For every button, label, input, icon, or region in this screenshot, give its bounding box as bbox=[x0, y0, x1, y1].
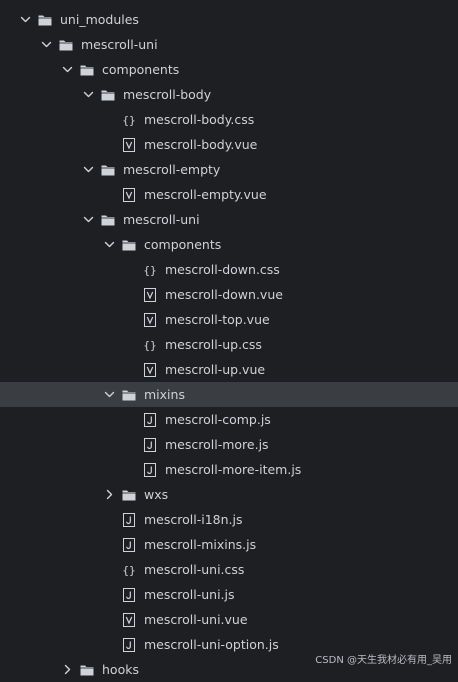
vue-file-icon bbox=[121, 187, 137, 203]
folder-icon bbox=[37, 12, 53, 28]
tree-file-item[interactable]: {} mescroll-down.css bbox=[0, 257, 458, 282]
folder-icon bbox=[79, 62, 95, 78]
tree-folder-item[interactable]: components bbox=[0, 232, 458, 257]
chevron-down-icon[interactable] bbox=[83, 164, 94, 175]
tree-item-label: mescroll-more-item.js bbox=[165, 462, 302, 477]
css-file-icon: {} bbox=[142, 262, 158, 278]
tree-item-label: mescroll-body bbox=[123, 87, 212, 102]
tree-item-label: mescroll-i18n.js bbox=[144, 512, 243, 527]
tree-item-label: mescroll-body.vue bbox=[144, 137, 258, 152]
tree-file-item[interactable]: mescroll-up.vue bbox=[0, 357, 458, 382]
tree-item-label: mescroll-down.vue bbox=[165, 287, 283, 302]
tree-item-label: mescroll-down.css bbox=[165, 262, 280, 277]
tree-item-label: mescroll-uni.vue bbox=[144, 612, 248, 627]
folder-icon bbox=[79, 662, 95, 678]
watermark: CSDN @天生我材必有用_吴用 bbox=[315, 655, 452, 666]
folder-icon bbox=[100, 162, 116, 178]
tree-file-item[interactable]: mescroll-comp.js bbox=[0, 407, 458, 432]
chevron-down-icon[interactable] bbox=[41, 39, 52, 50]
tree-item-label: mescroll-uni.js bbox=[144, 587, 235, 602]
tree-item-label: mescroll-uni bbox=[123, 212, 200, 227]
css-file-icon: {} bbox=[142, 337, 158, 353]
tree-file-item[interactable]: mescroll-body.vue bbox=[0, 132, 458, 157]
tree-file-item[interactable]: {} mescroll-uni.css bbox=[0, 557, 458, 582]
tree-item-label: components bbox=[144, 237, 222, 252]
vue-file-icon bbox=[142, 287, 158, 303]
vue-file-icon bbox=[142, 362, 158, 378]
svg-text:{}: {} bbox=[122, 114, 135, 127]
js-file-icon bbox=[121, 512, 137, 528]
tree-item-label: uni_modules bbox=[60, 12, 139, 27]
vue-file-icon bbox=[121, 137, 137, 153]
tree-file-item[interactable]: {} mescroll-body.css bbox=[0, 107, 458, 132]
tree-item-label: mescroll-body.css bbox=[144, 112, 255, 127]
tree-item-label: mescroll-mixins.js bbox=[144, 537, 257, 552]
svg-text:{}: {} bbox=[143, 339, 156, 352]
tree-item-label: mescroll-more.js bbox=[165, 437, 269, 452]
chevron-down-icon[interactable] bbox=[83, 89, 94, 100]
tree-item-label: mescroll-empty.vue bbox=[144, 187, 267, 202]
vue-file-icon bbox=[142, 312, 158, 328]
tree-file-item[interactable]: mescroll-top.vue bbox=[0, 307, 458, 332]
tree-folder-item[interactable]: uni_modules bbox=[0, 7, 458, 32]
tree-item-label: mescroll-comp.js bbox=[165, 412, 271, 427]
chevron-right-icon[interactable] bbox=[62, 664, 73, 675]
tree-file-item[interactable]: mescroll-more.js bbox=[0, 432, 458, 457]
chevron-right-icon[interactable] bbox=[104, 489, 115, 500]
js-file-icon bbox=[142, 412, 158, 428]
tree-item-label: mescroll-uni.css bbox=[144, 562, 245, 577]
css-file-icon: {} bbox=[121, 112, 137, 128]
tree-item-label: mescroll-up.css bbox=[165, 337, 262, 352]
tree-file-item[interactable]: mescroll-down.vue bbox=[0, 282, 458, 307]
tree-file-item[interactable]: mescroll-uni.vue bbox=[0, 607, 458, 632]
css-file-icon: {} bbox=[121, 562, 137, 578]
tree-item-label: mescroll-empty bbox=[123, 162, 221, 177]
file-explorer-tree: uni_modules mescroll-uni components mescrol… bbox=[0, 7, 458, 682]
folder-icon bbox=[121, 487, 137, 503]
tree-file-item[interactable]: mescroll-mixins.js bbox=[0, 532, 458, 557]
folder-icon bbox=[121, 387, 137, 403]
tree-item-label: mescroll-up.vue bbox=[165, 362, 266, 377]
js-file-icon bbox=[142, 462, 158, 478]
tree-file-item[interactable]: mescroll-i18n.js bbox=[0, 507, 458, 532]
tree-folder-item[interactable]: wxs bbox=[0, 482, 458, 507]
js-file-icon bbox=[121, 637, 137, 653]
tree-item-label: components bbox=[102, 62, 180, 77]
tree-file-item[interactable]: mescroll-more-item.js bbox=[0, 457, 458, 482]
tree-folder-item[interactable]: mescroll-uni bbox=[0, 32, 458, 57]
tree-item-label: wxs bbox=[144, 487, 169, 502]
tree-folder-item[interactable]: mescroll-body bbox=[0, 82, 458, 107]
tree-item-label: hooks bbox=[102, 662, 139, 677]
vue-file-icon bbox=[121, 612, 137, 628]
tree-item-label: mescroll-uni-option.js bbox=[144, 637, 279, 652]
tree-item-label: mixins bbox=[144, 387, 185, 402]
tree-folder-item[interactable]: mescroll-uni bbox=[0, 207, 458, 232]
folder-icon bbox=[121, 237, 137, 253]
chevron-down-icon[interactable] bbox=[104, 239, 115, 250]
tree-file-item[interactable]: mescroll-uni.js bbox=[0, 582, 458, 607]
tree-file-item[interactable]: mescroll-empty.vue bbox=[0, 182, 458, 207]
folder-icon bbox=[100, 212, 116, 228]
js-file-icon bbox=[121, 537, 137, 553]
tree-folder-item[interactable]: mescroll-empty bbox=[0, 157, 458, 182]
js-file-icon bbox=[142, 437, 158, 453]
svg-text:{}: {} bbox=[143, 264, 156, 277]
js-file-icon bbox=[121, 587, 137, 603]
chevron-down-icon[interactable] bbox=[104, 389, 115, 400]
tree-folder-item[interactable]: mixins bbox=[0, 382, 458, 407]
folder-icon bbox=[58, 37, 74, 53]
svg-text:{}: {} bbox=[122, 564, 135, 577]
chevron-down-icon[interactable] bbox=[83, 214, 94, 225]
tree-folder-item[interactable]: components bbox=[0, 57, 458, 82]
chevron-down-icon[interactable] bbox=[62, 64, 73, 75]
chevron-down-icon[interactable] bbox=[20, 14, 31, 25]
tree-file-item[interactable]: {} mescroll-up.css bbox=[0, 332, 458, 357]
folder-icon bbox=[100, 87, 116, 103]
tree-item-label: mescroll-uni bbox=[81, 37, 158, 52]
tree-item-label: mescroll-top.vue bbox=[165, 312, 270, 327]
